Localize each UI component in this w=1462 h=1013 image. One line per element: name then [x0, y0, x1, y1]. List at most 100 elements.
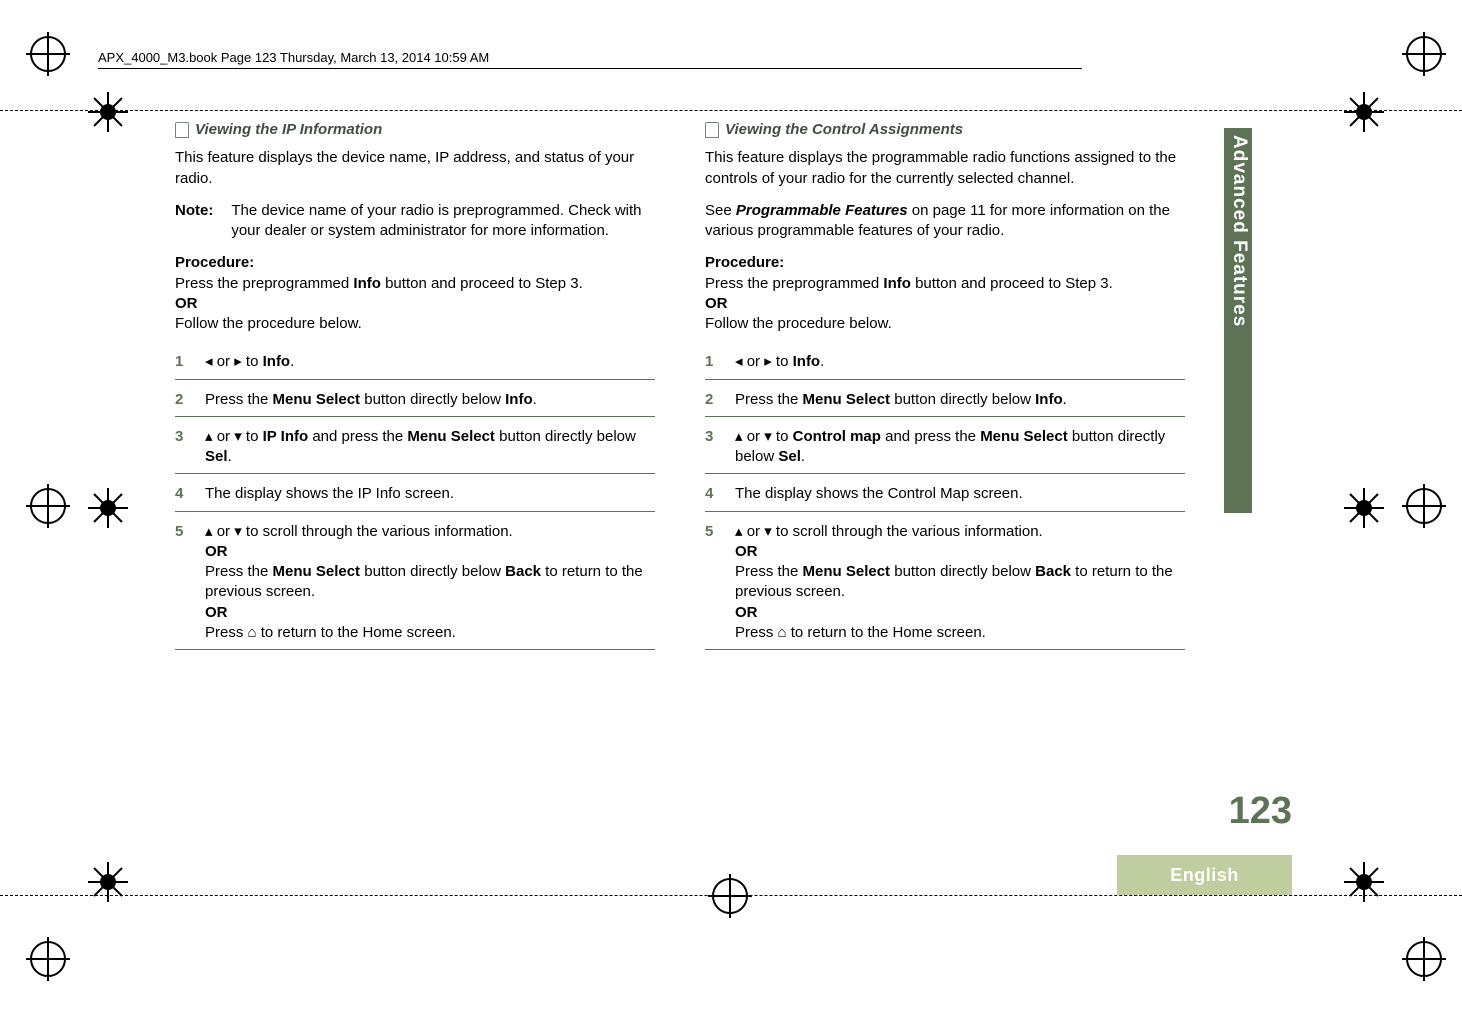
or-label: OR — [175, 295, 198, 312]
text: Press — [735, 624, 778, 641]
step-body: Press the Menu Select button directly be… — [735, 390, 1185, 410]
procedure-label: Procedure: — [705, 254, 784, 271]
step-body: ▴ or ▾ to IP Info and press the Menu Sel… — [205, 427, 655, 468]
text: or — [743, 523, 765, 540]
text: button and proceed to Step 3. — [911, 275, 1113, 292]
right-arrow-icon: ▸ — [234, 352, 242, 372]
ui-label: Control map — [793, 428, 881, 445]
side-tab-label: Advanced Features — [1226, 135, 1250, 327]
text: Info — [353, 275, 381, 292]
ui-label: Info — [505, 391, 533, 408]
text: button directly below — [360, 391, 505, 408]
step-5: 5 ▴ or ▾ to scroll through the various i… — [705, 516, 1185, 651]
text: . — [290, 353, 294, 370]
registration-mark-icon — [30, 941, 66, 977]
up-arrow-icon: ▴ — [735, 427, 743, 447]
text: Info — [883, 275, 911, 292]
page-number-box: 123 — [1182, 790, 1292, 855]
text: Press the — [735, 563, 803, 580]
language-label: English — [1170, 865, 1239, 886]
registration-mark-icon — [1406, 36, 1442, 72]
step-2: 2 Press the Menu Select button directly … — [175, 384, 655, 417]
print-header: APX_4000_M3.book Page 123 Thursday, Marc… — [98, 50, 1382, 65]
step-5: 5 ▴ or ▾ to scroll through the various i… — [175, 516, 655, 651]
registration-mark-icon — [1406, 488, 1442, 524]
page-icon — [705, 122, 719, 138]
procedure-block: Procedure: Press the preprogrammed Info … — [705, 253, 1185, 334]
step-1: 1 ◂ or ▸ to Info. — [175, 346, 655, 379]
ui-label: Back — [505, 563, 541, 580]
ui-label: Sel — [205, 448, 228, 465]
step-number: 5 — [705, 522, 719, 644]
crop-rule — [0, 895, 1462, 896]
up-arrow-icon: ▴ — [735, 522, 743, 542]
registration-mark-icon — [1406, 941, 1442, 977]
step-body: ◂ or ▸ to Info. — [735, 352, 1185, 372]
section-heading: Viewing the Control Assignments — [705, 120, 1185, 140]
left-column: Viewing the IP Information This feature … — [175, 120, 655, 740]
step-3: 3 ▴ or ▾ to IP Info and press the Menu S… — [175, 421, 655, 475]
step-2: 2 Press the Menu Select button directly … — [705, 384, 1185, 417]
procedure-label: Procedure: — [175, 254, 254, 271]
language-box: English — [1117, 855, 1292, 895]
down-arrow-icon: ▾ — [234, 427, 242, 447]
text: Press the preprogrammed — [175, 275, 353, 292]
bind-target-icon — [86, 486, 130, 530]
step-3: 3 ▴ or ▾ to Control map and press the Me… — [705, 421, 1185, 475]
step-body: The display shows the Control Map screen… — [735, 484, 1185, 504]
text: button directly below — [360, 563, 505, 580]
proc-line: Follow the procedure below. — [705, 315, 892, 332]
note-row: Note: The device name of your radio is p… — [175, 201, 655, 242]
registration-mark-icon — [30, 488, 66, 524]
ui-label: Info — [1035, 391, 1063, 408]
text: Press — [205, 624, 248, 641]
text: to scroll through the various informatio… — [772, 523, 1043, 540]
text: button directly below — [495, 428, 636, 445]
proc-line: Press the preprogrammed Info button and … — [175, 275, 583, 292]
text: and press the — [308, 428, 407, 445]
text: to — [242, 353, 263, 370]
section-title: Viewing the IP Information — [195, 120, 382, 140]
right-column: Viewing the Control Assignments This fea… — [705, 120, 1185, 740]
step-4: 4 The display shows the IP Info screen. — [175, 478, 655, 511]
ui-label: Info — [793, 353, 821, 370]
down-arrow-icon: ▾ — [234, 522, 242, 542]
text: Menu Select — [407, 428, 495, 445]
ui-label: IP Info — [263, 428, 309, 445]
registration-mark-icon — [30, 36, 66, 72]
text: or — [213, 428, 235, 445]
text: or — [743, 353, 765, 370]
text: Menu Select — [273, 563, 361, 580]
text: and press the — [881, 428, 980, 445]
text: . — [801, 448, 805, 465]
bind-target-icon — [1342, 860, 1386, 904]
registration-mark-icon — [712, 878, 748, 914]
note-label: Note: — [175, 201, 213, 242]
intro-text: This feature displays the programmable r… — [705, 148, 1185, 189]
step-number: 3 — [705, 427, 719, 468]
home-icon: ⌂ — [248, 623, 257, 643]
or-label: OR — [705, 295, 728, 312]
step-number: 3 — [175, 427, 189, 468]
down-arrow-icon: ▾ — [764, 522, 772, 542]
text: button directly below — [890, 391, 1035, 408]
intro-text: This feature displays the device name, I… — [175, 148, 655, 189]
proc-line: Press the preprogrammed Info button and … — [705, 275, 1113, 292]
left-arrow-icon: ◂ — [735, 352, 743, 372]
step-number: 4 — [175, 484, 189, 504]
or-label: OR — [735, 543, 758, 560]
step-body: Press the Menu Select button directly be… — [205, 390, 655, 410]
page-number: 123 — [1229, 790, 1292, 832]
step-4: 4 The display shows the Control Map scre… — [705, 478, 1185, 511]
note-text: The device name of your radio is preprog… — [231, 201, 655, 242]
step-number: 2 — [705, 390, 719, 410]
section-heading: Viewing the IP Information — [175, 120, 655, 140]
text: button and proceed to Step 3. — [381, 275, 583, 292]
or-label: OR — [205, 604, 228, 621]
text: . — [820, 353, 824, 370]
text: Menu Select — [803, 391, 891, 408]
home-icon: ⌂ — [778, 623, 787, 643]
step-body: The display shows the IP Info screen. — [205, 484, 655, 504]
step-1: 1 ◂ or ▸ to Info. — [705, 346, 1185, 379]
up-arrow-icon: ▴ — [205, 522, 213, 542]
